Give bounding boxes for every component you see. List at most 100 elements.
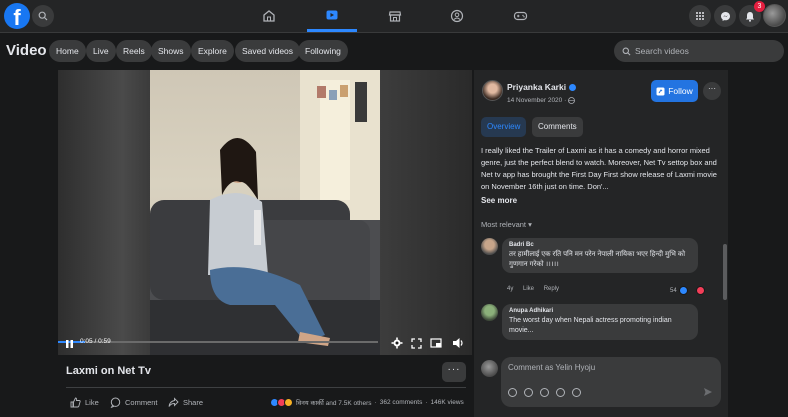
thumbs-up-icon [70,397,81,408]
video-controls [58,332,472,355]
top-navigation-bar: f 3 [0,0,788,33]
grid-menu-icon [696,12,704,20]
like-button[interactable]: Like [70,397,99,408]
commenter-avatar[interactable] [481,304,498,321]
gif-icon[interactable] [556,388,565,397]
video-title: Laxmi on Net Tv [66,365,151,377]
share-icon [168,397,179,407]
divider [66,387,466,388]
pill-following[interactable]: Following [298,40,348,62]
page-title: Video [6,42,47,59]
comment-reaction-count[interactable]: 54 [670,286,713,295]
comments-scrollbar[interactable] [723,244,727,300]
tab-marketplace[interactable] [370,0,420,32]
tab-watch[interactable] [307,0,357,32]
avatar-sticker-icon[interactable] [508,388,517,397]
search-videos-box [614,40,784,62]
reactions-summary[interactable]: विनय कार्की and 7.5K others · 362 commen… [270,398,464,407]
comment-bubble: Badri Bc तर हामीलाई एक रति पनि मन परेन न… [502,238,698,273]
settings-gear-icon[interactable] [391,337,403,349]
author-more-button[interactable]: ··· [703,82,721,100]
post-date-row: 14 November 2020 · [507,97,575,104]
messenger-button[interactable] [714,5,736,27]
watch-icon [326,10,338,19]
tab-comments[interactable]: Comments [532,117,583,137]
follow-label: Follow [668,86,693,96]
comments-count[interactable]: 362 comments [380,399,423,406]
groups-icon [450,9,464,23]
share-button[interactable]: Share [168,397,203,408]
views-count: 146K views [430,399,464,406]
comment-meta: 4y Like Reply [507,286,567,292]
emoji-icon[interactable] [524,388,533,397]
messenger-icon [720,11,730,21]
pause-icon[interactable] [65,339,74,349]
reactions-text: विनय कार्की and 7.5K others [296,400,372,407]
comment-time[interactable]: 4y [507,286,513,292]
camera-icon[interactable] [540,388,549,397]
author-name-row[interactable]: Priyanka Karki [507,82,577,92]
comment-composer [501,357,721,407]
globe-icon [568,97,575,104]
commenter-name[interactable]: Badri Bc [509,242,691,248]
video-player[interactable] [58,70,472,355]
video-blur-right [380,70,472,355]
current-user-avatar [481,360,498,377]
commenter-name[interactable]: Anupa Adhikari [509,308,691,314]
follow-button[interactable]: Follow [651,80,698,102]
commenter-avatar[interactable] [481,238,498,255]
comment-like-button[interactable]: Like [523,286,534,292]
post-date[interactable]: 14 November 2020 · [507,97,566,104]
verified-badge-icon [569,84,577,92]
video-blur-left [58,70,150,355]
expand-icon[interactable] [411,338,422,349]
comment-reply-button[interactable]: Reply [544,286,559,292]
composer-icons [508,388,581,397]
video-time-label: 0:05 / 0:59 [80,338,111,345]
search-videos-input[interactable] [635,46,775,56]
comment-button[interactable]: Comment [110,397,158,408]
menu-button[interactable] [689,5,711,27]
see-more-link[interactable]: See more [481,196,517,205]
volume-icon[interactable] [452,337,465,349]
send-icon[interactable] [703,387,713,397]
pill-live[interactable]: Live [86,40,116,62]
comment-sort-dropdown[interactable]: Most relevant ▾ [481,220,532,229]
tab-groups[interactable] [432,0,482,32]
like-reaction-icon [678,286,688,295]
tab-home[interactable] [244,0,294,32]
tab-overview[interactable]: Overview [481,117,527,137]
comment-label: Comment [125,398,158,407]
search-icon [38,11,48,21]
comment-icon [110,397,121,408]
like-label: Like [85,398,99,407]
pill-explore[interactable]: Explore [191,40,234,62]
pill-shows[interactable]: Shows [151,40,191,62]
comment-input[interactable] [508,363,708,372]
sticker-icon[interactable] [572,388,581,397]
video-more-button[interactable]: ··· [442,362,466,382]
pill-reels[interactable]: Reels [116,40,152,62]
video-frame-image [150,70,380,355]
share-label: Share [183,398,204,407]
love-reaction-icon [695,286,705,295]
author-name[interactable]: Priyanka Karki [507,82,566,92]
video-scene [150,70,380,355]
pill-saved-videos[interactable]: Saved videos [235,40,301,62]
haha-reaction-icon [284,398,293,407]
pill-home[interactable]: Home [49,40,86,62]
comment-reactions-number: 54 [670,287,677,294]
search-button[interactable] [32,5,54,27]
marketplace-icon [388,11,402,22]
bell-icon [746,11,754,22]
profile-avatar[interactable] [763,4,786,27]
picture-in-picture-icon[interactable] [430,338,442,349]
tab-gaming[interactable] [495,0,545,32]
notifications-button[interactable]: 3 [739,1,765,27]
gaming-icon [513,11,527,21]
comment-text: The worst day when Nepali actress promot… [509,317,672,334]
follow-icon [656,87,665,95]
author-avatar[interactable] [482,80,503,101]
facebook-logo[interactable]: f [4,3,30,29]
comment-text: तर हामीलाई एक रति पनि मन परेन नेपाली नाय… [509,251,686,268]
